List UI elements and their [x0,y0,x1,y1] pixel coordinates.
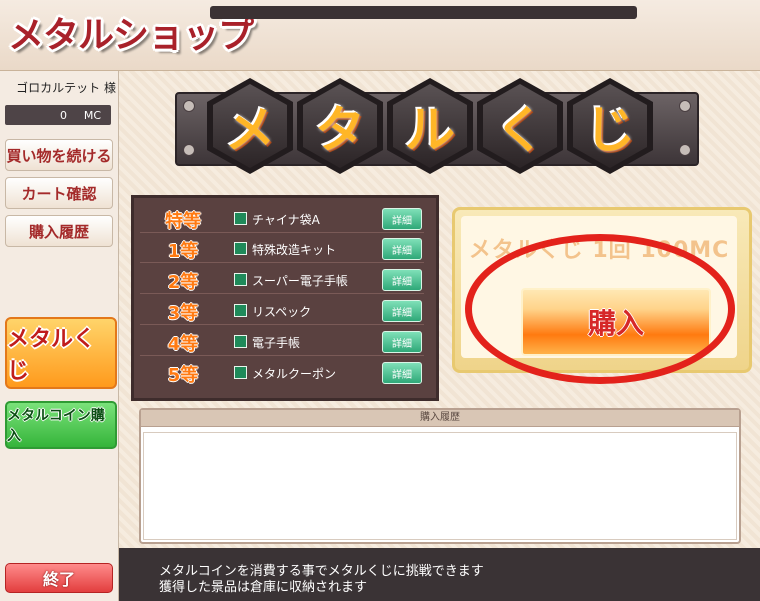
item-icon [234,242,247,255]
item-icon [234,212,247,225]
detail-button[interactable]: 詳細 [382,238,422,260]
prize-row: 4等 電子手帳 詳細 [140,329,424,356]
prize-item: メタルクーポン [252,367,337,381]
prize-item: 電子手帳 [252,336,301,350]
banner-hex: く [477,78,563,174]
buy-button[interactable]: 購入 [521,288,711,356]
end-button[interactable]: 終了 [5,563,113,593]
purchase-history-box: 購入履歴 [139,408,741,544]
item-icon [234,366,247,379]
detail-button[interactable]: 詳細 [382,331,422,353]
prize-rank: 2等 [167,272,199,293]
user-name: ゴロカルテット 様 [16,81,116,95]
prize-table: 特等 チャイナ袋A 詳細 1等 特殊改造キット 詳細 2等 スーパー電子手帳 詳… [131,195,439,401]
detail-button[interactable]: 詳細 [382,362,422,384]
footer-message: メタルコインを消費する事でメタルくじに挑戦できます 獲得した景品は倉庫に収納され… [119,548,760,601]
header: メタルショップ [0,0,760,71]
detail-button[interactable]: 詳細 [382,208,422,230]
prize-row: 5等 メタルクーポン 詳細 [140,360,424,386]
mc-value: 0 [60,109,67,122]
banner-hex: メ [207,78,293,174]
banner-char: タ [315,101,365,159]
prize-rank: 3等 [167,303,199,324]
prize-rank: 1等 [167,241,199,262]
banner-char: メ [225,101,275,159]
screw-icon [679,100,691,112]
prize-row: 3等 リスペック 詳細 [140,298,424,325]
footer-line-2: 獲得した景品は倉庫に収納されます [159,580,368,595]
prize-item: 特殊改造キット [252,243,337,257]
mc-balance: 0 MC [5,105,111,125]
item-icon [234,335,247,348]
metal-lottery-button[interactable]: メタルくじ [5,317,117,389]
item-icon [234,304,247,317]
detail-button[interactable]: 詳細 [382,300,422,322]
banner-char: く [495,101,545,159]
banner-char: ル [405,101,455,159]
prize-item: チャイナ袋A [252,213,320,227]
mc-unit: MC [83,109,101,122]
history-title: 購入履歴 [141,410,739,427]
screw-icon [679,144,691,156]
prize-item: リスペック [252,305,312,319]
item-icon [234,273,247,286]
banner-hex: タ [297,78,383,174]
purchase-panel-inner: メタルくじ 1回 100MC 購入 [461,216,737,358]
sidebar: ゴロカルテット 様 0 MC 買い物を続ける カート確認 購入履歴 メタルくじ … [0,71,119,601]
screw-icon [183,144,195,156]
prize-rank: 5等 [167,365,199,386]
prize-row: 1等 特殊改造キット 詳細 [140,236,424,263]
purchase-panel: メタルくじ 1回 100MC 購入 [452,207,752,373]
prize-row: 2等 スーパー電子手帳 詳細 [140,267,424,294]
prize-rank: 特等 [165,211,201,232]
screw-icon [183,100,195,112]
detail-button[interactable]: 詳細 [382,269,422,291]
metal-coin-purchase-button[interactable]: メタルコイン購入 [5,401,117,449]
price-text: メタルくじ 1回 100MC [468,238,730,263]
cart-check-button[interactable]: カート確認 [5,177,113,209]
lottery-banner: メ タ ル く じ [175,78,699,174]
prize-rank: 4等 [167,334,199,355]
banner-hex: じ [567,78,653,174]
prize-item: スーパー電子手帳 [252,274,348,288]
continue-shopping-button[interactable]: 買い物を続ける [5,139,113,171]
prize-row: 特等 チャイナ袋A 詳細 [140,206,424,233]
history-list [143,432,737,540]
title-bar [210,6,637,19]
banner-char: じ [585,101,635,159]
purchase-history-button[interactable]: 購入履歴 [5,215,113,247]
banner-hex: ル [387,78,473,174]
